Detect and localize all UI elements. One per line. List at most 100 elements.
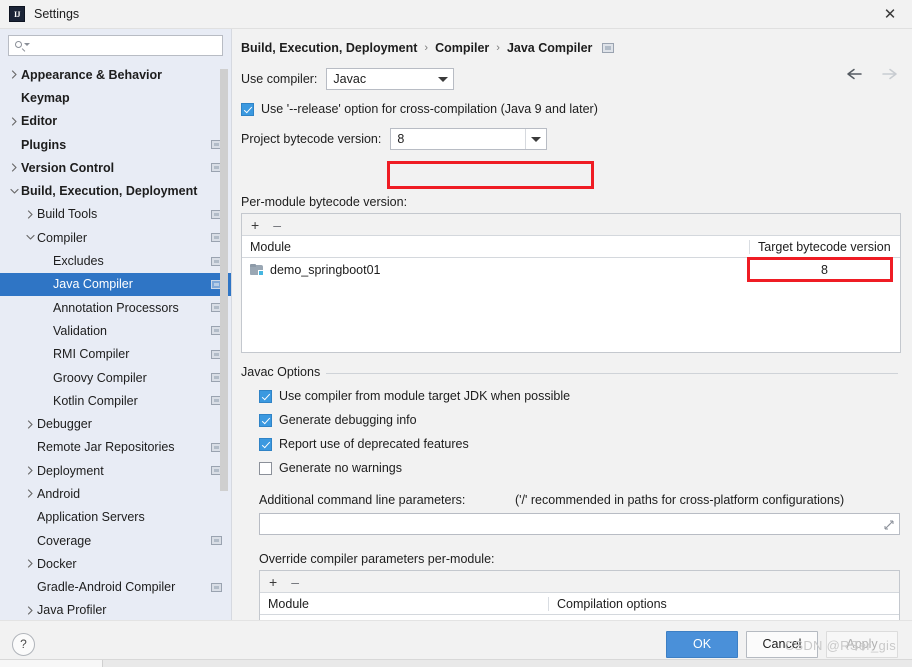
sidebar-item-application-servers[interactable]: Application Servers bbox=[0, 506, 231, 529]
javac-checkbox-row[interactable]: Report use of deprecated features bbox=[232, 437, 912, 451]
sidebar-item-annotation-processors[interactable]: Annotation Processors bbox=[0, 296, 231, 319]
chevron-down-icon bbox=[525, 129, 546, 149]
generate-debugging-info-checkbox[interactable] bbox=[259, 413, 272, 427]
javac-checkbox-row[interactable]: Generate debugging info bbox=[232, 413, 912, 427]
sidebar-item-deployment[interactable]: Deployment bbox=[0, 459, 231, 482]
sidebar-item-label: RMI Compiler bbox=[53, 347, 130, 362]
sidebar-item-android[interactable]: Android bbox=[0, 482, 231, 505]
column-header-compilation-options[interactable]: Compilation options bbox=[548, 596, 899, 611]
override-table-toolbar: + – bbox=[260, 571, 899, 593]
sidebar-item-label: Remote Jar Repositories bbox=[37, 440, 175, 455]
sidebar-item-label: Editor bbox=[21, 114, 58, 129]
sidebar-item-editor[interactable]: Editor bbox=[0, 110, 231, 133]
generate-no-warnings-label: Generate no warnings bbox=[279, 461, 402, 475]
sidebar-item-java-compiler[interactable]: Java Compiler bbox=[0, 272, 231, 296]
sidebar-item-kotlin-compiler[interactable]: Kotlin Compiler bbox=[0, 389, 231, 412]
close-icon[interactable]: ✕ bbox=[868, 0, 912, 28]
override-params-label: Override compiler parameters per-module: bbox=[259, 552, 495, 566]
sidebar-item-java-profiler[interactable]: Java Profiler bbox=[0, 599, 231, 620]
breadcrumb-item-2[interactable]: Compiler bbox=[435, 41, 489, 55]
chevron-down-icon[interactable] bbox=[8, 188, 21, 195]
release-option-checkbox[interactable] bbox=[241, 102, 254, 116]
chevron-right-icon[interactable] bbox=[24, 419, 37, 429]
sidebar-item-label: Validation bbox=[53, 323, 107, 338]
sidebar-item-label: Java Profiler bbox=[37, 603, 107, 618]
sidebar-item-debugger[interactable]: Debugger bbox=[0, 412, 231, 435]
expand-icon[interactable] bbox=[884, 519, 894, 530]
help-button[interactable]: ? bbox=[12, 632, 35, 656]
override-params-table: + – Module Compilation options demo_spri… bbox=[259, 570, 900, 620]
generate-debugging-info-label: Generate debugging info bbox=[279, 413, 417, 427]
report-deprecated-checkbox[interactable] bbox=[259, 437, 272, 451]
sidebar-item-version-control[interactable]: Version Control bbox=[0, 156, 231, 179]
sidebar-scrollbar[interactable] bbox=[220, 69, 228, 491]
settings-tree[interactable]: Appearance & Behavior Keymap Editor Plugins… bbox=[0, 61, 231, 620]
chevron-right-icon[interactable] bbox=[8, 163, 21, 172]
chevron-right-icon[interactable] bbox=[24, 466, 37, 475]
search-box[interactable] bbox=[8, 35, 223, 56]
sidebar-item-compiler[interactable]: Compiler bbox=[0, 226, 231, 249]
sidebar-item-validation[interactable]: Validation bbox=[0, 319, 231, 342]
use-compiler-dropdown[interactable]: Javac bbox=[326, 68, 455, 90]
chevron-right-icon[interactable] bbox=[24, 606, 37, 615]
use-module-jdk-compiler-checkbox[interactable] bbox=[259, 389, 272, 403]
table-row[interactable]: demo_springboot01 8 bbox=[242, 258, 900, 282]
sidebar-item-appearance-behavior[interactable]: Appearance & Behavior bbox=[0, 63, 231, 86]
logo-text: IJ bbox=[13, 9, 21, 19]
chevron-right-icon[interactable] bbox=[8, 117, 21, 126]
sidebar-item-groovy-compiler[interactable]: Groovy Compiler bbox=[0, 366, 231, 389]
sidebar-item-gradle-android-compiler[interactable]: Gradle-Android Compiler bbox=[0, 576, 231, 599]
settings-sidebar: Appearance & Behavior Keymap Editor Plugins… bbox=[0, 29, 232, 620]
sidebar-item-docker[interactable]: Docker bbox=[0, 552, 231, 575]
sidebar-item-plugins[interactable]: Plugins bbox=[0, 133, 231, 156]
sidebar-item-keymap[interactable]: Keymap bbox=[0, 86, 231, 109]
sidebar-item-label: Debugger bbox=[37, 417, 92, 432]
search-input[interactable] bbox=[28, 37, 218, 54]
sidebar-item-remote-jar-repositories[interactable]: Remote Jar Repositories bbox=[0, 436, 231, 459]
chevron-down-icon[interactable] bbox=[24, 234, 37, 241]
bytecode-table-header: Module Target bytecode version bbox=[242, 236, 900, 258]
column-header-module[interactable]: Module bbox=[242, 240, 749, 254]
cancel-button[interactable]: Cancel bbox=[746, 630, 818, 658]
add-override-button[interactable]: + bbox=[269, 575, 277, 589]
column-header-target-bytecode[interactable]: Target bytecode version bbox=[749, 239, 900, 254]
additional-params-field[interactable] bbox=[259, 513, 900, 535]
project-bytecode-label: Project bytecode version: bbox=[241, 132, 382, 146]
sidebar-item-coverage[interactable]: Coverage bbox=[0, 529, 231, 552]
settings-main-panel: Build, Execution, Deployment › Compiler … bbox=[232, 29, 912, 620]
sidebar-item-build-tools[interactable]: Build Tools bbox=[0, 203, 231, 226]
sidebar-item-build-execution-deployment[interactable]: Build, Execution, Deployment bbox=[0, 179, 231, 202]
chevron-right-icon[interactable] bbox=[24, 489, 37, 499]
project-bytecode-row: Project bytecode version: 8 bbox=[232, 128, 912, 150]
sidebar-item-excludes[interactable]: Excludes bbox=[0, 249, 231, 272]
module-icon bbox=[250, 264, 264, 276]
use-compiler-row: Use compiler: Javac bbox=[232, 68, 912, 90]
column-header-module[interactable]: Module bbox=[260, 597, 548, 611]
intellij-logo-icon: IJ bbox=[9, 6, 25, 22]
chevron-right-icon[interactable] bbox=[24, 559, 37, 568]
sidebar-item-rmi-compiler[interactable]: RMI Compiler bbox=[0, 343, 231, 366]
sidebar-item-label: Groovy Compiler bbox=[53, 370, 147, 385]
breadcrumb-separator-icon: › bbox=[424, 42, 429, 54]
remove-module-button[interactable]: – bbox=[273, 218, 281, 232]
apply-button[interactable]: Apply bbox=[826, 630, 898, 658]
generate-no-warnings-checkbox[interactable] bbox=[259, 461, 272, 475]
javac-checkbox-row[interactable]: Use compiler from module target JDK when… bbox=[232, 389, 912, 403]
javac-options-title: Javac Options bbox=[241, 365, 327, 379]
sidebar-item-label: Version Control bbox=[21, 160, 115, 175]
ok-button[interactable]: OK bbox=[666, 630, 738, 658]
search-area bbox=[0, 29, 231, 61]
settings-dialog: IJ Settings ✕ Appearance & Behavior Keyma… bbox=[0, 0, 912, 667]
additional-params-label: Additional command line parameters: bbox=[259, 493, 466, 507]
chevron-right-icon[interactable] bbox=[8, 70, 21, 79]
add-module-button[interactable]: + bbox=[251, 218, 259, 232]
target-bytecode-value[interactable]: 8 bbox=[749, 263, 900, 277]
back-arrow-icon[interactable] bbox=[846, 67, 864, 85]
release-option-row[interactable]: Use '--release' option for cross-compila… bbox=[232, 102, 912, 116]
chevron-right-icon[interactable] bbox=[24, 210, 37, 219]
project-bytecode-dropdown[interactable]: 8 bbox=[390, 128, 548, 150]
remove-override-button[interactable]: – bbox=[291, 575, 299, 589]
additional-params-input[interactable] bbox=[260, 515, 899, 533]
breadcrumb-item-1[interactable]: Build, Execution, Deployment bbox=[241, 41, 417, 55]
javac-checkbox-row[interactable]: Generate no warnings bbox=[232, 461, 912, 475]
